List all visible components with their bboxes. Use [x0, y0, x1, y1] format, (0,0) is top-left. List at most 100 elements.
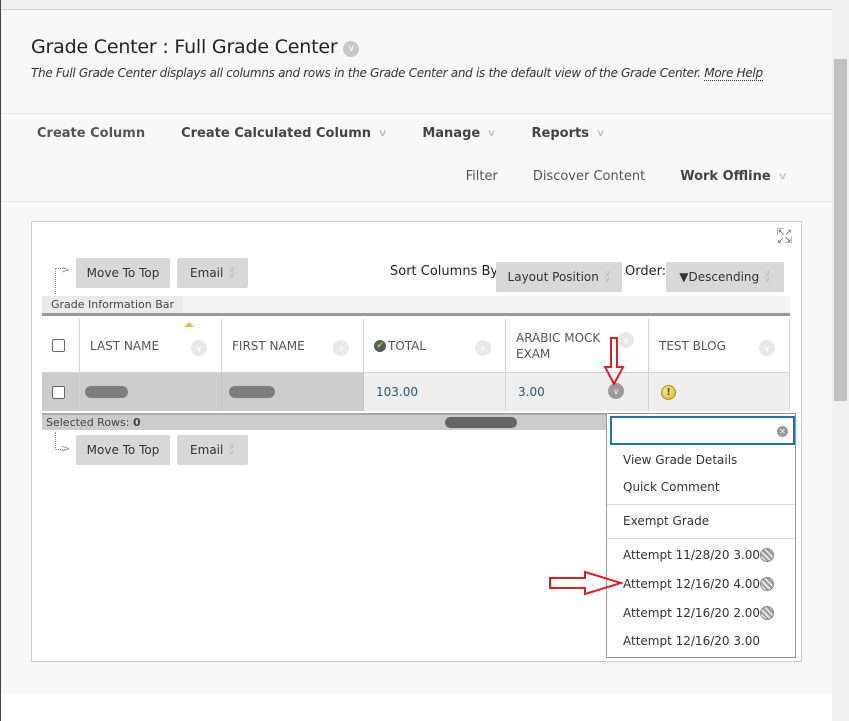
description-text: The Full Grade Center displays all colum… — [31, 66, 701, 80]
arrow-right-icon: > — [61, 442, 71, 455]
chevron-down-icon: ∨ — [377, 128, 388, 139]
column-menu-chevron-icon[interactable]: ∨ — [191, 340, 207, 356]
sort-columns-label: Sort Columns By: — [390, 264, 502, 279]
vertical-scrollbar-thumb[interactable] — [834, 59, 847, 401]
menu-item-label: Attempt 12/16/20 3.00 — [623, 634, 761, 648]
email-label: Email — [190, 266, 224, 280]
discover-content-label: Discover Content — [532, 169, 646, 184]
annotation-arrow-right-icon — [549, 570, 623, 596]
column-header-last-name[interactable]: LAST NAME ∨ — [80, 319, 222, 372]
selected-rows-count: 0 — [133, 416, 141, 429]
divider — [1, 113, 832, 114]
redacted-name — [229, 386, 275, 398]
email-button-bottom[interactable]: Email ∨ ∨ — [177, 435, 248, 465]
discover-content-button[interactable]: Discover Content — [533, 169, 645, 184]
selected-rows-bar: Selected Rows: 0 — [42, 413, 608, 430]
page-title: Grade Center : Full Grade Center — [31, 36, 338, 58]
menu-item-attempt[interactable]: Attempt 12/16/20 3.00 — [623, 634, 760, 648]
last-name-cell[interactable] — [80, 373, 222, 411]
create-column-button[interactable]: Create Column — [37, 126, 145, 141]
menu-item-label: Attempt 12/16/20 2.00 — [623, 606, 761, 620]
chevron-down-icon: ∨ — [777, 171, 788, 182]
menu-item-quick-comment[interactable]: Quick Comment — [623, 480, 720, 494]
double-chevron-down-icon: ∨ ∨ — [228, 442, 235, 458]
column-header-total[interactable]: ✔ TOTAL ∨ — [364, 319, 506, 372]
menu-item-label: Quick Comment — [623, 480, 720, 494]
manage-label: Manage — [422, 126, 481, 141]
create-column-label: Create Column — [37, 126, 146, 141]
in-progress-icon — [760, 606, 775, 620]
move-to-top-label: Move To Top — [86, 443, 160, 457]
column-label-wrap: ✔ TOTAL — [374, 338, 426, 354]
column-label: LAST NAME — [90, 338, 160, 353]
menu-item-exempt-grade[interactable]: Exempt Grade — [623, 514, 709, 528]
page: Grade Center : Full Grade Center ∨ The F… — [0, 0, 832, 721]
menu-search-input[interactable]: ✕ — [610, 416, 795, 445]
order-select[interactable]: ▼Descending ∨ ∨ — [666, 262, 784, 292]
in-progress-icon — [760, 548, 775, 562]
clear-icon[interactable]: ✕ — [777, 426, 788, 437]
double-chevron-down-icon: ∨ ∨ — [603, 269, 611, 285]
create-calculated-column-menu[interactable]: Create Calculated Column ∨ — [181, 126, 388, 141]
test-blog-cell[interactable]: ! — [649, 373, 790, 411]
page-menu-chevron-icon[interactable]: ∨ — [343, 40, 360, 57]
sort-columns-select[interactable]: Layout Position ∨ ∨ — [496, 262, 622, 292]
needs-grading-icon: ! — [661, 384, 676, 400]
create-calculated-column-label: Create Calculated Column — [181, 126, 371, 141]
grid-header-row: LAST NAME ∨ FIRST NAME ∨ ✔ TOTAL ∨ ARABIC… — [42, 319, 790, 373]
manage-menu[interactable]: Manage ∨ — [422, 126, 497, 141]
double-chevron-down-icon: ∨ ∨ — [228, 265, 235, 281]
column-header-first-name[interactable]: FIRST NAME ∨ — [222, 319, 364, 372]
column-label: ARABIC MOCK EXAM — [516, 330, 601, 361]
first-name-cell[interactable] — [222, 373, 364, 411]
menu-item-label: Attempt 11/28/20 3.00 — [623, 548, 761, 562]
work-offline-menu[interactable]: Work Offline ∨ — [680, 169, 788, 184]
column-menu-chevron-icon[interactable]: ∨ — [333, 340, 349, 356]
reports-label: Reports — [531, 126, 589, 141]
expand-fullscreen-icon[interactable]: ⇱↗ ↙⇲ — [777, 229, 795, 246]
page-header: Grade Center : Full Grade Center ∨ — [31, 36, 360, 58]
vertical-scrollbar[interactable] — [832, 0, 849, 721]
order-label: Order: — [625, 264, 667, 279]
column-menu-chevron-icon[interactable]: ∨ — [759, 340, 775, 356]
horizontal-scrollbar-thumb[interactable] — [445, 417, 517, 428]
filter-button[interactable]: Filter — [466, 169, 498, 184]
row-select-cell — [42, 373, 80, 411]
menu-item-attempt[interactable]: Attempt 12/16/20 4.00 — [623, 577, 775, 591]
menu-item-view-grade-details[interactable]: View Grade Details — [623, 453, 737, 467]
menu-divider — [607, 538, 795, 539]
move-to-top-button[interactable]: Move To Top — [76, 258, 170, 288]
move-to-top-button-bottom[interactable]: Move To Top — [76, 435, 170, 465]
redacted-name — [85, 386, 128, 398]
sort-ascending-icon — [184, 322, 194, 327]
column-menu-chevron-icon[interactable]: ∨ — [475, 340, 491, 356]
reports-menu[interactable]: Reports ∨ — [531, 126, 606, 141]
select-all-checkbox[interactable] — [52, 339, 65, 352]
menu-item-attempt[interactable]: Attempt 11/28/20 3.00 — [623, 548, 775, 562]
column-label: FIRST NAME — [232, 338, 305, 353]
column-label: TEST BLOG — [659, 338, 726, 353]
menu-divider — [607, 504, 795, 505]
arabic-mock-exam-cell[interactable]: 3.00 ∨ — [506, 373, 649, 411]
email-label: Email — [190, 443, 224, 457]
sort-columns-value: Layout Position — [507, 270, 599, 284]
grade-cell-context-menu: ✕ View Grade Details Quick Comment Exemp… — [606, 413, 796, 658]
email-button[interactable]: Email ∨ ∨ — [177, 258, 248, 288]
table-row: 103.00 3.00 ∨ ! — [42, 373, 790, 411]
chevron-down-icon: ∨ — [595, 128, 606, 139]
row-checkbox[interactable] — [52, 385, 65, 399]
column-header-test-blog[interactable]: TEST BLOG ∨ — [649, 319, 790, 372]
move-to-top-label: Move To Top — [86, 266, 160, 280]
grade-information-bar: Grade Information Bar — [42, 296, 790, 316]
grade-value: 3.00 — [518, 385, 545, 399]
more-help-link[interactable]: More Help — [704, 66, 763, 81]
column-header-arabic-mock-exam[interactable]: ARABIC MOCK EXAM ∨ — [506, 319, 649, 372]
check-icon: ✔ — [374, 340, 386, 352]
grade-information-bar-label: Grade Information Bar — [42, 296, 184, 313]
chevron-down-icon: ∨ — [486, 128, 497, 139]
total-cell[interactable]: 103.00 — [364, 373, 506, 411]
header-select-all-cell — [42, 319, 80, 372]
menu-item-attempt[interactable]: Attempt 12/16/20 2.00 — [623, 606, 775, 620]
filter-label: Filter — [465, 169, 498, 184]
work-offline-label: Work Offline — [680, 169, 771, 184]
